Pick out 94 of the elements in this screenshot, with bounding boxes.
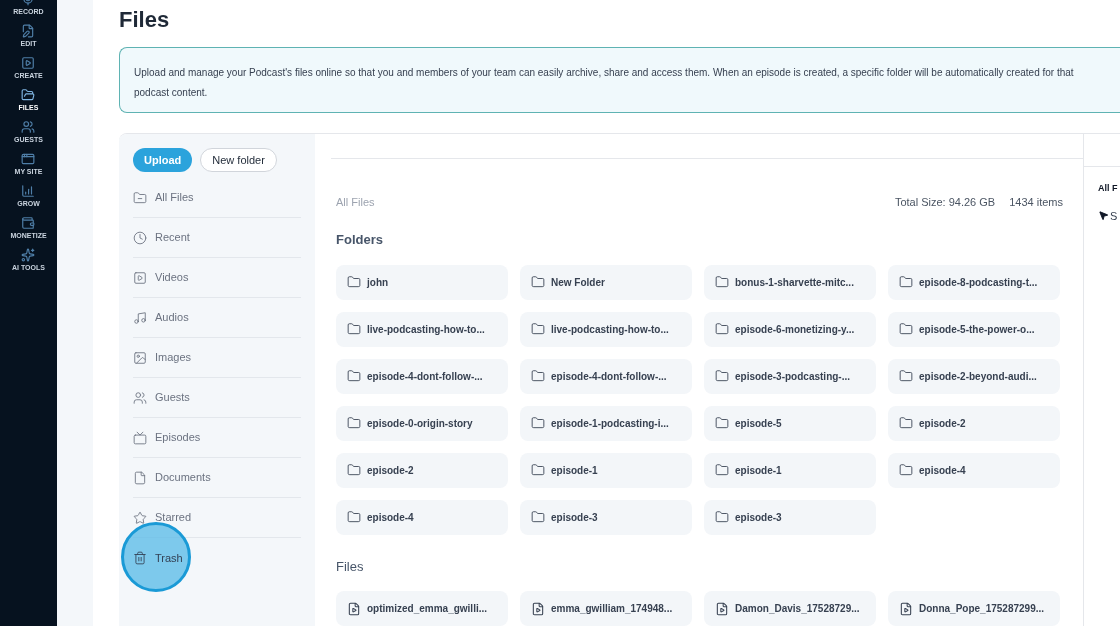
folder-icon [715,275,729,289]
section-heading: Folders [336,231,383,249]
folder-card[interactable]: episode-3-podcasting-... [704,358,876,394]
folder-icon [899,369,913,383]
sidebar-item[interactable]: Videos [133,269,189,286]
folder-card[interactable]: episode-3 [520,499,692,535]
nav-icon [21,216,36,230]
sidebar-item[interactable]: Images [133,349,192,366]
folder-icon [531,510,545,524]
breadcrumb: All Files [336,194,375,210]
folder-icon [715,369,729,383]
file-card[interactable]: optimized_emma_gwilli... [336,591,508,626]
sidebar-icon [133,270,147,285]
folder-icon [531,275,545,289]
folder-card[interactable]: episode-5 [704,405,876,441]
folder-icon [899,463,913,477]
folder-card[interactable]: episode-4-dont-follow-... [520,358,692,394]
folder-card[interactable]: episode-8-podcasting-t... [888,264,1060,300]
nav-icon [21,248,36,262]
section-heading: Files [336,557,364,576]
total-size: Total Size: 94.26 GB [894,194,996,210]
sidebar-item[interactable]: Audios [133,309,189,326]
folder-card[interactable]: john [336,264,508,300]
file-card[interactable]: Donna_Pope_175287299... [888,591,1060,626]
folder-card[interactable]: episode-4-dont-follow-... [336,358,508,394]
folder-card[interactable]: episode-1 [704,452,876,488]
video-file-icon [531,601,545,616]
folder-icon [531,322,545,336]
nav-icon [21,184,36,198]
folder-icon [899,416,913,430]
folder-card[interactable]: episode-3 [704,499,876,535]
folder-card[interactable]: live-podcasting-how-to... [520,311,692,347]
folder-icon [531,369,545,383]
folder-icon [347,322,361,336]
folder-icon [347,275,361,289]
folder-icon [347,416,361,430]
pane-heading: All F [1098,182,1118,195]
folder-icon [715,322,729,336]
sidebar-icon [133,430,147,445]
folder-card[interactable]: episode-2 [888,405,1060,441]
video-file-icon [347,601,361,616]
folder-card[interactable]: episode-1-podcasting-i... [520,405,692,441]
folder-card[interactable]: episode-5-the-power-o... [888,311,1060,347]
video-file-icon [899,601,913,616]
video-file-icon [715,601,729,616]
folder-card[interactable]: episode-6-monetizing-y... [704,311,876,347]
file-card[interactable]: emma_gwilliam_174948... [520,591,692,626]
sidebar-item[interactable]: Episodes [133,429,201,446]
sidebar-icon [133,390,147,405]
sidebar-item[interactable]: Recent [133,229,190,246]
folder-card[interactable]: episode-1 [520,452,692,488]
sidebar-icon [133,551,147,565]
sidebar-item[interactable]: Trash [133,549,183,567]
folder-icon [715,416,729,430]
new-folder-button[interactable]: New folder [200,148,277,172]
folder-card[interactable]: episode-4 [336,499,508,535]
folder-card[interactable]: episode-2-beyond-audi... [888,358,1060,394]
sidebar-item[interactable]: Documents [133,469,211,486]
page-title: Files [119,6,170,34]
nav-icon [21,24,36,38]
sidebar-item[interactable]: All Files [133,189,194,206]
folder-icon [347,463,361,477]
nav-icon [21,88,36,102]
nav-icon [21,56,36,70]
folder-icon [715,463,729,477]
folder-icon [899,322,913,336]
sidebar-icon [133,230,147,245]
folder-card[interactable]: episode-0-origin-story [336,405,508,441]
folder-card[interactable]: episode-2 [336,452,508,488]
sidebar-icon [133,470,147,485]
item-count: 1434 items [1009,194,1063,210]
folder-icon [899,275,913,289]
sidebar-icon [133,310,147,325]
sidebar-icon [133,190,147,205]
sidebar-icon [133,350,147,365]
sidebar-item[interactable]: Guests [133,389,190,406]
info-text: podcast content. [134,87,208,98]
cursor-icon [1098,210,1109,222]
folder-card[interactable]: bonus-1-sharvette-mitc... [704,264,876,300]
nav-icon [21,152,36,166]
folder-icon [531,416,545,430]
pane-item: S [1110,208,1118,224]
info-text: Upload and manage your Podcast's files online so that you and members of your team can easily archive, share and access them. When an episode is created, a specific folder will be automatically created for that [134,67,1074,78]
sidebar-item[interactable]: Starred [133,509,192,526]
folder-icon [715,510,729,524]
folder-icon [347,369,361,383]
file-card[interactable]: Damon_Davis_17528729... [704,591,876,626]
folder-icon [531,463,545,477]
folder-card[interactable]: live-podcasting-how-to... [336,311,508,347]
sidebar-icon [133,510,147,525]
folder-icon [347,510,361,524]
folder-card[interactable]: episode-4 [888,452,1060,488]
nav-icon [21,120,36,134]
folder-card[interactable]: New Folder [520,264,692,300]
